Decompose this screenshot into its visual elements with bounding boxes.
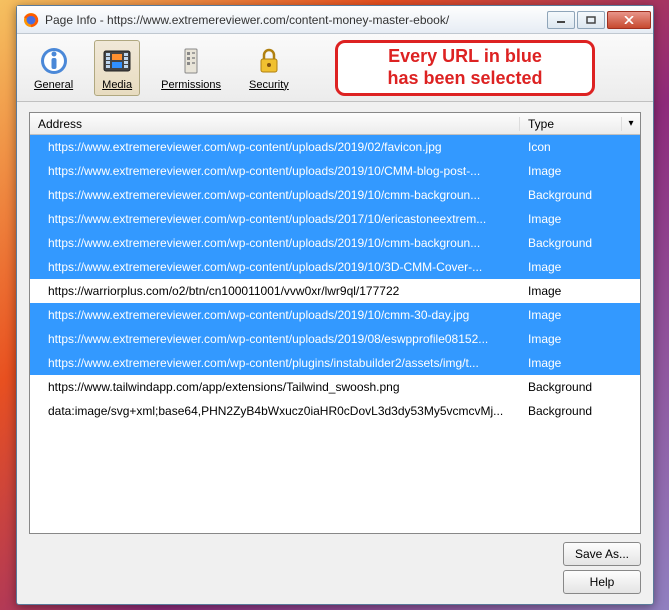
cell-type: Background — [520, 236, 640, 250]
save-as-button[interactable]: Save As... — [563, 542, 641, 566]
info-icon — [38, 45, 70, 77]
table-row[interactable]: https://www.extremereviewer.com/wp-conte… — [30, 159, 640, 183]
table-row[interactable]: https://www.extremereviewer.com/wp-conte… — [30, 327, 640, 351]
table-row[interactable]: https://www.extremereviewer.com/wp-conte… — [30, 303, 640, 327]
list-body[interactable]: https://www.extremereviewer.com/wp-conte… — [30, 135, 640, 533]
cell-address: https://www.extremereviewer.com/wp-conte… — [30, 140, 520, 154]
permissions-icon — [175, 45, 207, 77]
table-row[interactable]: https://warriorplus.com/o2/btn/cn1000110… — [30, 279, 640, 303]
cell-type: Image — [520, 284, 640, 298]
firefox-icon — [23, 12, 39, 28]
list-header: Address Type ▾ — [30, 113, 640, 135]
table-row[interactable]: https://www.extremereviewer.com/wp-conte… — [30, 351, 640, 375]
cell-address: https://www.extremereviewer.com/wp-conte… — [30, 356, 520, 370]
toolbar: General Media Permissions Security Every… — [17, 34, 653, 102]
cell-type: Image — [520, 308, 640, 322]
column-address[interactable]: Address — [30, 117, 520, 131]
table-row[interactable]: https://www.extremereviewer.com/wp-conte… — [30, 231, 640, 255]
lock-icon — [253, 45, 285, 77]
media-icon — [101, 45, 133, 77]
cell-address: https://warriorplus.com/o2/btn/cn1000110… — [30, 284, 520, 298]
table-row[interactable]: https://www.tailwindapp.com/app/extensio… — [30, 375, 640, 399]
media-list: Address Type ▾ https://www.extremereview… — [29, 112, 641, 534]
cell-type: Image — [520, 164, 640, 178]
cell-type: Background — [520, 404, 640, 418]
table-row[interactable]: https://www.extremereviewer.com/wp-conte… — [30, 135, 640, 159]
close-button[interactable] — [607, 11, 651, 29]
annotation-callout: Every URL in blue has been selected — [335, 40, 595, 96]
window-title: Page Info - https://www.extremereviewer.… — [45, 13, 547, 27]
cell-address: https://www.extremereviewer.com/wp-conte… — [30, 188, 520, 202]
tab-media[interactable]: Media — [94, 40, 140, 96]
table-row[interactable]: data:image/svg+xml;base64,PHN2ZyB4bWxucz… — [30, 399, 640, 423]
titlebar: Page Info - https://www.extremereviewer.… — [17, 6, 653, 34]
table-row[interactable]: https://www.extremereviewer.com/wp-conte… — [30, 207, 640, 231]
maximize-button[interactable] — [577, 11, 605, 29]
cell-address: https://www.extremereviewer.com/wp-conte… — [30, 332, 520, 346]
tab-permissions[interactable]: Permissions — [154, 40, 228, 96]
cell-type: Background — [520, 380, 640, 394]
tab-general[interactable]: General — [27, 40, 80, 96]
table-row[interactable]: https://www.extremereviewer.com/wp-conte… — [30, 183, 640, 207]
cell-type: Background — [520, 188, 640, 202]
cell-address: https://www.extremereviewer.com/wp-conte… — [30, 308, 520, 322]
cell-type: Image — [520, 260, 640, 274]
page-info-window: Page Info - https://www.extremereviewer.… — [16, 5, 654, 605]
cell-address: data:image/svg+xml;base64,PHN2ZyB4bWxucz… — [30, 404, 520, 418]
cell-address: https://www.extremereviewer.com/wp-conte… — [30, 236, 520, 250]
cell-type: Image — [520, 356, 640, 370]
cell-type: Image — [520, 332, 640, 346]
cell-address: https://www.tailwindapp.com/app/extensio… — [30, 380, 520, 394]
cell-type: Image — [520, 212, 640, 226]
table-row[interactable]: https://www.extremereviewer.com/wp-conte… — [30, 255, 640, 279]
minimize-button[interactable] — [547, 11, 575, 29]
help-button[interactable]: Help — [563, 570, 641, 594]
cell-address: https://www.extremereviewer.com/wp-conte… — [30, 260, 520, 274]
cell-address: https://www.extremereviewer.com/wp-conte… — [30, 164, 520, 178]
tab-security[interactable]: Security — [242, 40, 296, 96]
cell-address: https://www.extremereviewer.com/wp-conte… — [30, 212, 520, 226]
column-picker-icon[interactable]: ▾ — [622, 118, 640, 129]
cell-type: Icon — [520, 140, 640, 154]
content-area: Address Type ▾ https://www.extremereview… — [17, 102, 653, 604]
column-type[interactable]: Type — [520, 117, 622, 131]
